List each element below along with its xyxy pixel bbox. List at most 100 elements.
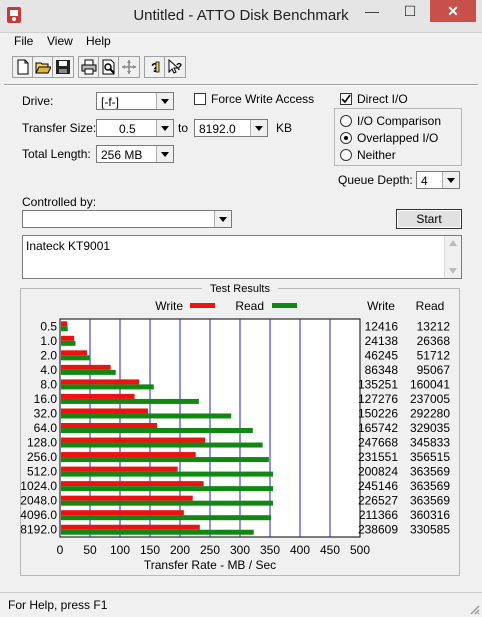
write-value: 211366 [359, 508, 398, 522]
context-help-button[interactable]: ? [164, 56, 186, 78]
y-tick-label: 64.0 [34, 421, 58, 435]
write-bar [61, 437, 206, 443]
maximize-button[interactable]: ☐ [392, 0, 428, 22]
x-axis-label: Transfer Rate - MB / Sec [144, 558, 276, 572]
menu-help[interactable]: Help [86, 34, 111, 48]
check-icon [341, 94, 351, 104]
read-value: 26368 [417, 334, 451, 348]
write-bar [61, 452, 196, 458]
read-value: 330585 [410, 523, 450, 537]
help-icon: ? [151, 60, 160, 75]
legend-read-swatch [272, 303, 297, 308]
total-length-label: Total Length: [22, 147, 91, 161]
x-tick-label: 50 [83, 543, 97, 557]
write-value: 24138 [365, 334, 399, 348]
read-value: 345833 [410, 436, 450, 450]
read-bar [61, 428, 253, 433]
write-bar [61, 321, 68, 327]
menu-file[interactable]: File [14, 34, 33, 48]
move-button[interactable] [118, 56, 140, 78]
read-column-header: Read [416, 299, 445, 313]
overlapped-io-radio[interactable] [340, 132, 352, 144]
read-value: 356515 [410, 450, 450, 464]
total-length-select[interactable]: 256 MB [96, 145, 174, 163]
new-icon [17, 59, 29, 75]
write-bar [61, 481, 204, 487]
x-tick-label: 0 [57, 543, 64, 557]
read-bar [61, 471, 274, 477]
write-bar [61, 510, 184, 516]
y-tick-label: 16.0 [34, 392, 58, 406]
print-button[interactable] [78, 56, 100, 78]
print-preview-button[interactable] [98, 56, 120, 78]
read-value: 95067 [417, 363, 451, 377]
write-value: 86348 [365, 363, 399, 377]
transfer-size-from-select[interactable]: 0.5 [96, 119, 174, 137]
y-tick-label: 2048.0 [20, 494, 57, 508]
read-bar [61, 413, 232, 419]
x-tick-label: 250 [200, 543, 220, 557]
open-button[interactable] [32, 56, 54, 78]
close-button[interactable]: ✕ [430, 0, 476, 22]
io-comparison-label: I/O Comparison [357, 114, 442, 128]
write-bar [61, 350, 88, 356]
y-tick-label: 512.0 [27, 465, 57, 479]
plot-area: 0 50 100 150 200 250 300 350 400 450 500 0.5 12416 13… [20, 318, 451, 557]
new-button[interactable] [12, 56, 34, 78]
drive-select[interactable]: [-f-] [96, 92, 174, 110]
write-bar [61, 379, 140, 385]
y-tick-label: 8.0 [40, 377, 57, 391]
write-bar [61, 335, 75, 341]
resize-grip-icon[interactable] [468, 603, 480, 615]
x-tick-label: 500 [350, 543, 370, 557]
print-icon [81, 59, 97, 75]
read-value: 363569 [410, 479, 450, 493]
total-length-value: 256 MB [101, 148, 143, 162]
y-tick-label: 0.5 [40, 319, 57, 333]
read-bar [61, 457, 269, 463]
x-tick-label: 400 [290, 543, 310, 557]
read-value: 360316 [410, 508, 450, 522]
y-tick-label: 4.0 [40, 363, 57, 377]
x-tick-label: 100 [110, 543, 130, 557]
scroll-up-icon [449, 240, 457, 246]
io-comparison-radio[interactable] [340, 115, 352, 127]
start-button[interactable]: Start [396, 209, 462, 229]
legend-write-swatch [190, 303, 215, 308]
write-value: 135251 [358, 377, 398, 391]
read-value: 160041 [410, 377, 450, 391]
description-scrollbar[interactable] [444, 236, 461, 278]
results-chart: Test Results Write Read Write Read 0 50 10… [20, 282, 451, 572]
x-tick-label: 450 [320, 543, 340, 557]
menu-view[interactable]: View [47, 34, 73, 48]
x-tick-label: 150 [140, 543, 160, 557]
read-bar [61, 442, 263, 448]
read-bar [61, 398, 199, 404]
description-textarea[interactable]: Inateck KT9001 [22, 235, 462, 279]
read-bar [61, 384, 154, 390]
direct-io-checkbox[interactable] [340, 93, 352, 105]
drive-value: [-f-] [101, 95, 119, 109]
transfer-size-to-select[interactable]: 8192.0 [194, 119, 268, 137]
chevron-down-icon [156, 93, 173, 109]
write-value: 231551 [358, 450, 398, 464]
write-value: 247668 [358, 436, 398, 450]
chevron-down-icon [442, 172, 459, 188]
controlled-by-select[interactable] [22, 210, 232, 228]
read-value: 51712 [417, 348, 451, 362]
open-icon [35, 62, 51, 74]
chevron-down-icon [214, 211, 231, 227]
transfer-size-to-label: to [178, 121, 189, 135]
neither-radio[interactable] [340, 149, 352, 161]
queue-depth-select[interactable]: 4 [416, 171, 460, 189]
help-button[interactable]: ? [144, 56, 166, 78]
queue-depth-value: 4 [421, 174, 428, 188]
read-value: 329035 [410, 421, 450, 435]
title-bar: Untitled - ATTO Disk Benchmark — ☐ ✕ [0, 0, 482, 33]
toolbar-separator [4, 84, 478, 86]
write-value: 226527 [358, 494, 398, 508]
force-write-checkbox[interactable] [194, 93, 206, 105]
y-tick-label: 32.0 [34, 406, 58, 420]
minimize-button[interactable]: — [354, 0, 390, 22]
save-button[interactable] [52, 56, 74, 78]
